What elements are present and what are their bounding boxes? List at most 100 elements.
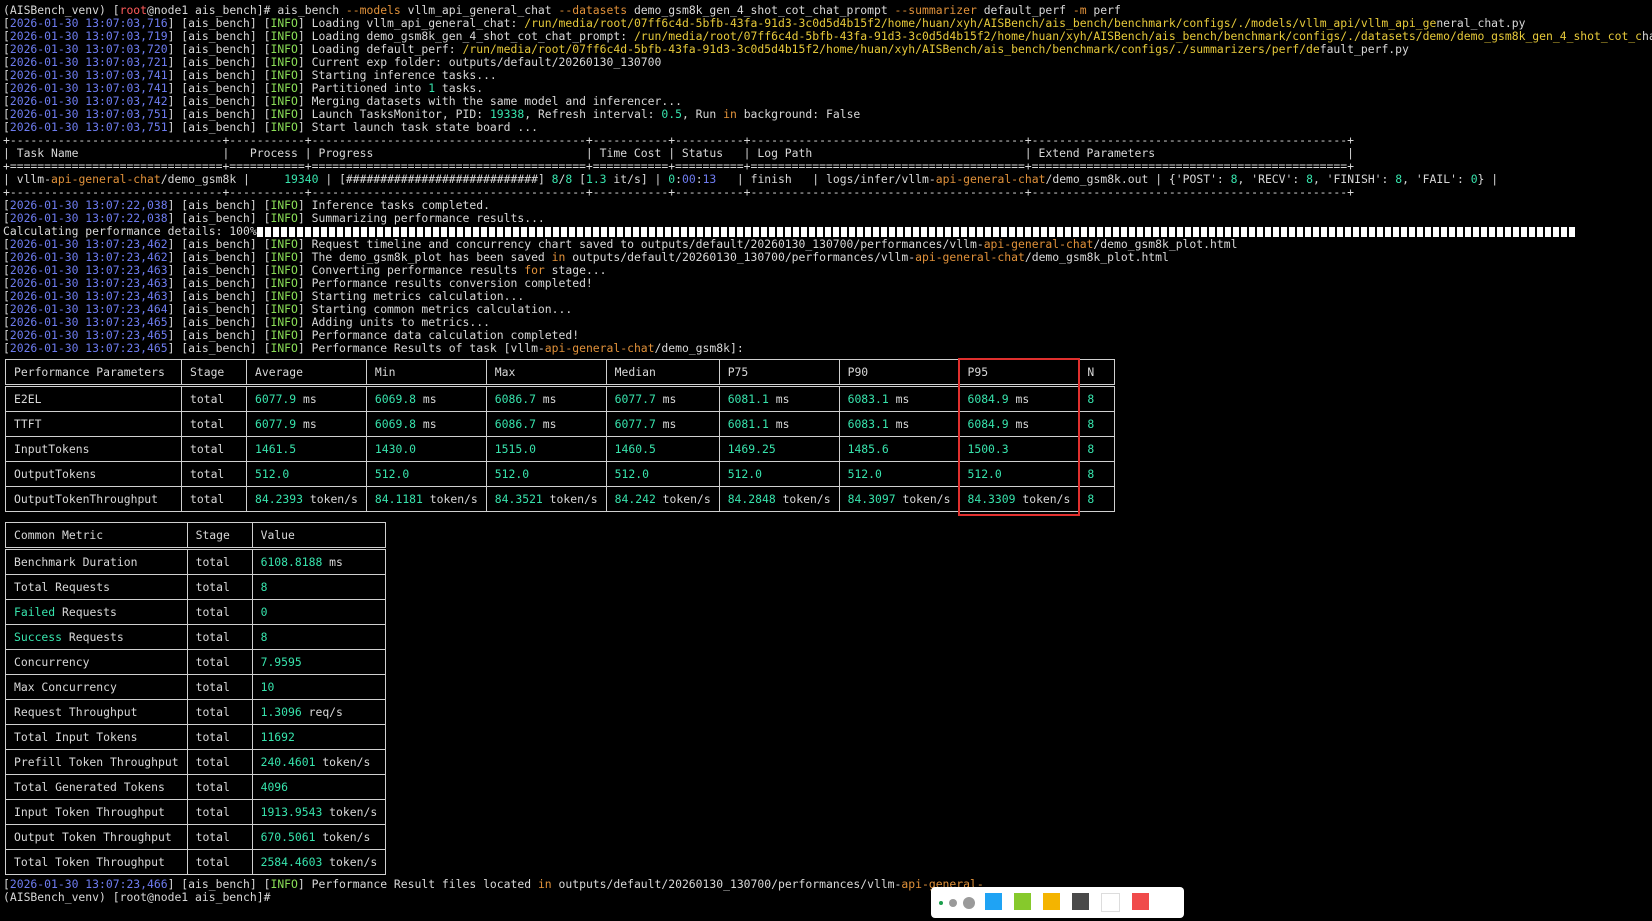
cell-unit: ms — [655, 417, 677, 431]
log-segment: 2026-01-30 13:07:23,463 — [9, 290, 168, 303]
cell-unit: ms — [768, 392, 790, 406]
log-segment: , 'FINISH': — [1312, 173, 1396, 186]
log-line: [2026-01-30 13:07:23,465] [ais_bench] [I… — [3, 316, 1652, 329]
cell-unit: ms — [1008, 417, 1030, 431]
progress-label: Calculating performance details: — [3, 225, 230, 238]
table-cell: total — [186, 724, 253, 750]
task-state-board: +-------------------------------+-------… — [3, 134, 1652, 199]
metric-label: Concurrency — [14, 655, 90, 669]
table-cell: 6081.1 ms — [718, 411, 840, 437]
log-segment: INFO — [270, 212, 298, 225]
log-segment: [ — [3, 251, 10, 264]
column-header: Min — [365, 359, 487, 387]
color-swatch-dark-gray[interactable] — [1072, 893, 1089, 910]
table-cell: total — [181, 486, 247, 512]
cell-value: 1460.5 — [614, 442, 656, 456]
log-segment: 2026-01-30 13:07:03,751 — [9, 108, 168, 121]
color-swatch-white[interactable] — [1101, 893, 1120, 912]
log-line: [2026-01-30 13:07:03,720] [ais_bench] [I… — [3, 43, 1652, 56]
table-row: Total Generated Tokens total 4096 — [5, 774, 387, 800]
log-line: +-------------------------------+-------… — [3, 134, 1652, 147]
performance-parameters-table: Performance Parameters Stage Average Min Max… — [5, 359, 1116, 512]
table-cell: total — [186, 649, 253, 675]
log-segment: , Refresh interval: — [524, 108, 662, 121]
table-cell: Total Requests — [5, 574, 188, 600]
metric-label: Total Input Tokens — [14, 730, 138, 744]
log-segment: ] Request timeline and concurrency chart… — [297, 238, 984, 251]
metric-label: Benchmark Duration — [14, 555, 138, 569]
log-segment: ] Inference tasks completed. — [297, 199, 490, 212]
table-row: Concurrency total 7.9595 — [5, 649, 387, 675]
log-line: [2026-01-30 13:07:23,465] [ais_bench] [I… — [3, 329, 1652, 342]
log-segment: 2026-01-30 13:07:22,038 — [9, 212, 168, 225]
cell-unit: token/s — [315, 830, 371, 844]
table-cell: 8 — [1078, 436, 1116, 462]
pen-size-small-icon[interactable] — [939, 900, 943, 905]
cell-value: 8 — [260, 630, 268, 644]
log-segment: 2026-01-30 13:07:03,742 — [9, 95, 168, 108]
color-swatch-blue[interactable] — [985, 893, 1002, 910]
terminal-window[interactable]: (AISBench_venv) [root@node1 ais_bench]# … — [3, 4, 1652, 921]
color-swatch-yellow[interactable] — [1043, 893, 1060, 910]
log-segment: INFO — [270, 251, 298, 264]
log-segment: ] [ais_bench] [ — [167, 43, 271, 56]
log-segment: ] [ais_bench] [ — [167, 251, 271, 264]
log-segment: 1.3 — [585, 173, 607, 186]
pen-size-large-icon[interactable] — [963, 896, 975, 909]
log-segment: INFO — [270, 108, 298, 121]
log-segment: } | — [1477, 173, 1499, 186]
log-segment: INFO — [270, 238, 298, 251]
log-segment: [ — [3, 82, 10, 95]
color-swatch-green[interactable] — [1014, 893, 1031, 910]
log-segment: INFO — [270, 43, 298, 56]
table-cell: Failed Requests — [5, 599, 188, 625]
cell-unit: token/s — [422, 492, 478, 506]
log-segment: [ — [3, 43, 10, 56]
log-segment: api-general-chat — [544, 342, 655, 355]
table-row: InputTokens total 1461.5 1430.0 1515.0 1460.5… — [5, 436, 1116, 462]
log-segment: ] Performance Results of task [vllm- — [297, 342, 545, 355]
log-segment: INFO — [270, 316, 298, 329]
cell-unit: ms — [655, 392, 677, 406]
log-segment: [ — [3, 95, 10, 108]
pen-size-medium-icon[interactable] — [949, 898, 957, 907]
table-cell: Total Generated Tokens — [5, 774, 188, 800]
table-row: Success Requests total 8 — [5, 624, 387, 650]
table-cell: 8 — [1078, 461, 1116, 487]
log-segment: -m — [1072, 4, 1087, 17]
metric-label: Failed — [14, 605, 56, 619]
log-segment: 00 — [682, 173, 696, 186]
log-line: [2026-01-30 13:07:03,721] [ais_bench] [I… — [3, 56, 1652, 69]
cell-value: 2584.4603 — [260, 855, 323, 869]
table-cell: Total Input Tokens — [5, 724, 188, 750]
log-line: +===============================+=======… — [3, 160, 1652, 173]
log-segment: ] Starting common metrics calculation... — [297, 303, 573, 316]
cell-value: 512.0 — [494, 467, 530, 481]
log-segment: ] Performance results conversion complet… — [297, 277, 593, 290]
cell-unit: ms — [322, 555, 343, 569]
column-header: Median — [605, 359, 720, 387]
metric-label: Total Requests — [14, 580, 111, 594]
log-segment: ] Starting inference tasks... — [297, 69, 497, 82]
log-segment: ] [ais_bench] [ — [167, 329, 271, 342]
table-cell: 10 — [251, 674, 387, 700]
table-cell: 6077.7 ms — [605, 411, 720, 437]
log-segment: /demo_gsm8k_plot.html — [1093, 238, 1238, 251]
log-segment: ] [ais_bench] [ — [167, 95, 271, 108]
log-segment: 2026-01-30 13:07:23,464 — [9, 303, 168, 316]
log-segment: 2026-01-30 13:07:03,716 — [9, 17, 168, 30]
metric-label: Success — [14, 630, 63, 644]
table-cell: total — [186, 548, 253, 575]
log-segment: INFO — [270, 95, 298, 108]
log-segment: [ — [3, 277, 10, 290]
table-cell: Benchmark Duration — [5, 548, 188, 575]
log-segment: in — [551, 251, 566, 264]
color-swatch-red[interactable] — [1132, 893, 1149, 910]
log-segment: | finish | logs/infer/vllm- — [716, 173, 936, 186]
annotation-toolbar[interactable] — [931, 887, 1184, 918]
log-segment: ] [ais_bench] [ — [167, 30, 271, 43]
log-segment: [ — [3, 199, 10, 212]
cell-value: 1.3096 — [260, 705, 302, 719]
table-cell: 2584.4603 token/s — [251, 849, 387, 875]
log-line: [2026-01-30 13:07:23,463] [ais_bench] [I… — [3, 264, 1652, 277]
